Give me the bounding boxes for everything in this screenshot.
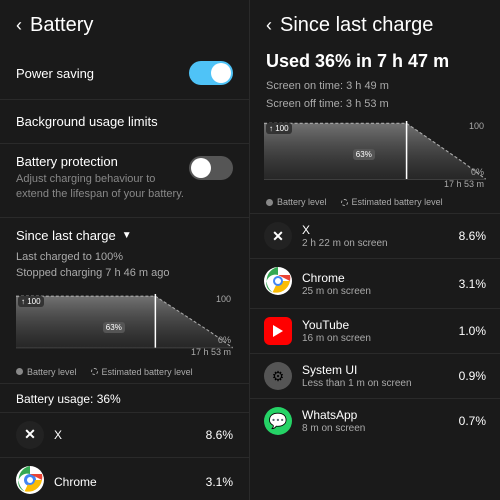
- chart-pct-right: 63%: [353, 149, 375, 160]
- right-app-name-yt: YouTube: [302, 318, 449, 332]
- right-app-name-chrome: Chrome: [302, 271, 449, 285]
- power-saving-toggle[interactable]: [189, 61, 233, 85]
- used-text: Used 36% in 7 h 47 m: [250, 47, 500, 76]
- legend-dot-1: [16, 368, 23, 375]
- chart-time-left: 17 h 53 m: [191, 347, 231, 357]
- since-charge-line1: Last charged to 100%: [16, 249, 233, 266]
- right-app-pct-x: 8.6%: [459, 229, 486, 243]
- right-legend-label-2: Estimated battery level: [352, 197, 443, 207]
- chart-0-right: 0%: [471, 167, 484, 177]
- left-header: ‹ Battery: [0, 0, 249, 47]
- chrome-app-icon: [16, 466, 44, 499]
- right-app-sub-sysui: Less than 1 m on screen: [302, 378, 449, 389]
- right-app-row-chrome[interactable]: Chrome 25 m on screen 3.1%: [250, 258, 500, 308]
- right-app-row-whatsapp[interactable]: 💬 WhatsApp 8 m on screen 0.7%: [250, 398, 500, 443]
- chart-100-right: 100: [469, 121, 484, 131]
- right-legend-dot-1: [266, 199, 273, 206]
- app-info-x: X: [54, 426, 196, 444]
- back-arrow-right[interactable]: ‹: [266, 15, 272, 36]
- right-app-pct-wa: 0.7%: [459, 414, 486, 428]
- battery-usage-text: Battery usage: 36%: [16, 392, 121, 406]
- right-app-row-sysui[interactable]: ⚙ System UI Less than 1 m on screen 0.9%: [250, 353, 500, 398]
- chart-100-left: 100: [216, 294, 231, 304]
- app-name-chrome: Chrome: [54, 475, 97, 489]
- power-saving-row: Power saving: [0, 47, 249, 100]
- legend-item-2: Estimated battery level: [91, 367, 193, 377]
- right-app-sub-yt: 16 m on screen: [302, 333, 449, 344]
- chart-badge-right: ↑ 100: [266, 123, 292, 134]
- toggle-knob-2: [191, 158, 211, 178]
- chart-0-left: 0%: [218, 335, 231, 345]
- right-app-info-yt: YouTube 16 m on screen: [302, 318, 449, 344]
- right-app-sub-chrome: 25 m on screen: [302, 286, 449, 297]
- back-arrow-left[interactable]: ‹: [16, 15, 22, 36]
- right-legend-1: Battery level: [266, 197, 327, 207]
- battery-protection-desc: Adjust charging behaviour to extend the …: [16, 172, 186, 203]
- right-app-row-x[interactable]: ✕ X 2 h 22 m on screen 8.6%: [250, 213, 500, 258]
- left-app-row-chrome[interactable]: Chrome 3.1%: [0, 457, 249, 500]
- right-chrome-icon: [264, 267, 292, 300]
- screen-on-text: Screen on time: 3 h 49 m: [266, 78, 484, 96]
- right-x-icon: ✕: [264, 222, 292, 250]
- right-app-sub-wa: 8 m on screen: [302, 423, 449, 434]
- battery-protection-row: Battery protection Adjust charging behav…: [0, 144, 249, 218]
- whatsapp-app-icon: 💬: [264, 407, 292, 435]
- left-title: Battery: [30, 14, 93, 37]
- right-app-info-sysui: System UI Less than 1 m on screen: [302, 363, 449, 389]
- legend-item-1: Battery level: [16, 367, 77, 377]
- dropdown-arrow-icon: ▼: [122, 230, 132, 241]
- screen-time-block: Screen on time: 3 h 49 m Screen off time…: [250, 76, 500, 119]
- legend-label-1: Battery level: [27, 367, 77, 377]
- app-info-chrome: Chrome: [54, 473, 196, 491]
- right-title: Since last charge: [280, 14, 433, 37]
- screen-off-text: Screen off time: 3 h 53 m: [266, 96, 484, 114]
- right-app-name-sysui: System UI: [302, 363, 449, 377]
- right-legend-label-1: Battery level: [277, 197, 327, 207]
- chart-badge-left: ↑ 100: [18, 296, 44, 307]
- right-app-info-x: X 2 h 22 m on screen: [302, 223, 449, 249]
- left-app-row-x[interactable]: ✕ X 8.6%: [0, 412, 249, 457]
- right-app-sub-x: 2 h 22 m on screen: [302, 238, 449, 249]
- left-legend: Battery level Estimated battery level: [0, 365, 249, 383]
- right-app-name-wa: WhatsApp: [302, 408, 449, 422]
- right-app-pct-sysui: 0.9%: [459, 369, 486, 383]
- chart-time-right: 17 h 53 m: [444, 179, 484, 189]
- battery-usage-row: Battery usage: 36%: [0, 383, 249, 412]
- right-legend-dot-2: [341, 199, 348, 206]
- left-chart: ↑ 100 63% 100 0% 17 h 53 m: [16, 294, 233, 359]
- right-app-info-chrome: Chrome 25 m on screen: [302, 271, 449, 297]
- youtube-app-icon: [264, 317, 292, 345]
- x-app-icon: ✕: [16, 421, 44, 449]
- chart-pct-left: 63%: [103, 322, 125, 333]
- right-app-pct-yt: 1.0%: [459, 324, 486, 338]
- right-header: ‹ Since last charge: [250, 0, 500, 47]
- toggle-knob: [211, 63, 231, 83]
- battery-protection-inner: Battery protection Adjust charging behav…: [16, 154, 186, 203]
- since-charge-title: Since last charge: [16, 228, 116, 243]
- right-app-pct-chrome: 3.1%: [459, 277, 486, 291]
- left-panel: ‹ Battery Power saving Background usage …: [0, 0, 250, 500]
- right-chart: ↑ 100 63% 100 0% 17 h 53 m: [264, 121, 486, 191]
- legend-dot-2: [91, 368, 98, 375]
- right-app-row-youtube[interactable]: YouTube 16 m on screen 1.0%: [250, 308, 500, 353]
- since-charge-header[interactable]: Since last charge ▼: [0, 218, 249, 247]
- right-legend: Battery level Estimated battery level: [250, 195, 500, 213]
- right-app-info-wa: WhatsApp 8 m on screen: [302, 408, 449, 434]
- right-legend-2: Estimated battery level: [341, 197, 443, 207]
- power-saving-label: Power saving: [16, 66, 94, 81]
- battery-protection-toggle[interactable]: [189, 156, 233, 180]
- right-panel: ‹ Since last charge Used 36% in 7 h 47 m…: [250, 0, 500, 500]
- right-app-name-x: X: [302, 223, 449, 237]
- background-limits-row[interactable]: Background usage limits: [0, 100, 249, 144]
- app-pct-x: 8.6%: [206, 428, 233, 442]
- since-charge-sub: Last charged to 100% Stopped charging 7 …: [0, 247, 249, 290]
- since-charge-line2: Stopped charging 7 h 46 m ago: [16, 265, 233, 282]
- app-pct-chrome: 3.1%: [206, 475, 233, 489]
- background-limits-label: Background usage limits: [16, 114, 158, 129]
- legend-label-2: Estimated battery level: [102, 367, 193, 377]
- battery-protection-label: Battery protection: [16, 154, 186, 169]
- systemui-app-icon: ⚙: [264, 362, 292, 390]
- app-name-x: X: [54, 428, 62, 442]
